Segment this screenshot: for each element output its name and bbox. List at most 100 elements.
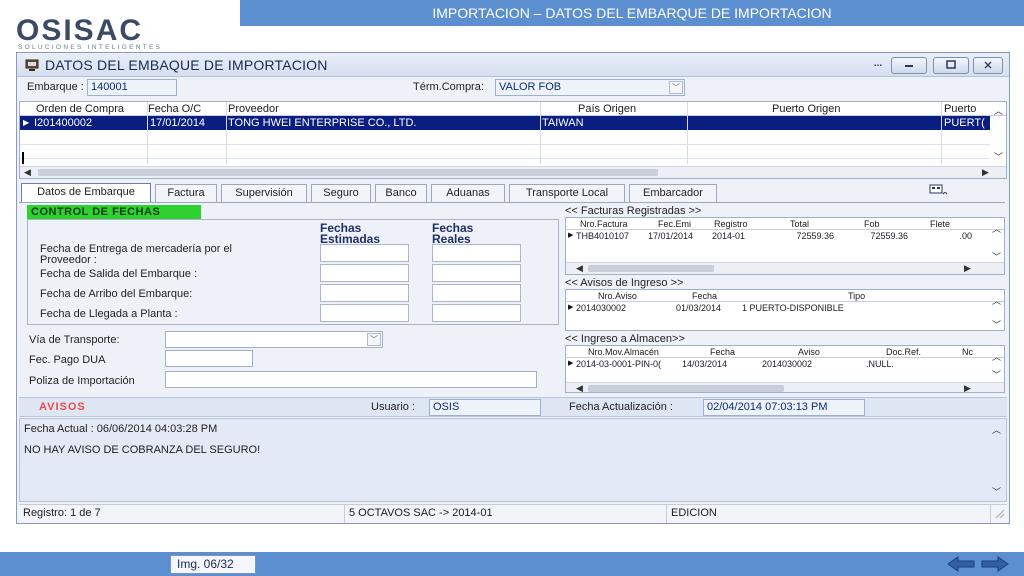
restore-button[interactable]	[933, 57, 969, 74]
almacen-hscrollbar[interactable]: ◀ ▶	[566, 382, 1004, 392]
previous-slide-button[interactable]	[946, 556, 976, 572]
col-doc-ref[interactable]: Doc.Ref.	[886, 346, 936, 358]
slide-footer: Img. 06/32	[0, 552, 1024, 576]
usuario-field[interactable]: OSIS	[429, 399, 541, 416]
scroll-right-icon[interactable]: ▶	[964, 383, 971, 392]
tab-embarcador[interactable]: Embarcador	[629, 184, 717, 202]
chevron-down-icon[interactable]: ﹀	[669, 81, 683, 94]
scroll-up-icon[interactable]: ︿	[992, 222, 1001, 235]
scroll-left-icon[interactable]: ◀	[24, 167, 31, 178]
window-menu-button[interactable]: ...	[869, 57, 887, 74]
via-transporte-select[interactable]: ﹀	[165, 331, 383, 348]
salida-label: Fecha de Salida del Embarque :	[40, 268, 198, 280]
cell-fecha-oc: 17/01/2014	[150, 117, 206, 129]
col-pais-origen[interactable]: País Origen	[578, 102, 688, 116]
facturas-hscrollbar[interactable]: ◀ ▶	[566, 262, 1004, 274]
scroll-up-icon[interactable]: ︿	[992, 294, 1001, 307]
term-compra-select[interactable]: VALOR FOB ﹀	[495, 79, 685, 96]
col-nc[interactable]: Nc	[962, 346, 980, 358]
fecha-actualizacion-field[interactable]: 02/04/2014 07:03:13 PM	[703, 399, 865, 416]
entrega-real-field[interactable]	[432, 244, 521, 262]
svg-text:SOLUCIONES INTELIGENTES: SOLUCIONES INTELIGENTES	[18, 44, 162, 50]
cell-registro: 2014-01	[712, 231, 746, 241]
col-proveedor[interactable]: Proveedor	[228, 102, 528, 116]
cell-fec-emi: 17/01/2014	[648, 231, 694, 241]
close-button[interactable]	[973, 57, 1003, 74]
scroll-left-icon[interactable]: ◀	[576, 263, 583, 274]
table-row[interactable]: ▶ THB4010107 17/01/2014 2014-01 72559.36…	[566, 230, 986, 242]
tab-banco[interactable]: Banco	[375, 184, 427, 202]
scroll-up-icon[interactable]: ︿	[992, 350, 1001, 363]
col-fecha-oc[interactable]: Fecha O/C	[148, 102, 226, 116]
col-tipo[interactable]: Tipo	[848, 290, 888, 302]
cell-proveedor: TONG HWEI ENTERPRISE CO., LTD.	[228, 117, 417, 129]
embarque-field[interactable]: 140001	[87, 79, 177, 96]
llegada-real-field[interactable]	[432, 304, 521, 322]
cell-flete: .00	[959, 231, 972, 241]
minimize-button[interactable]	[891, 57, 927, 74]
fecha-actual-text: Fecha Actual : 06/06/2014 04:03:28 PM	[24, 423, 218, 435]
cell-doc-ref: .NULL.	[866, 359, 895, 369]
fec-pago-dua-field[interactable]	[165, 350, 253, 367]
col-nro-factura[interactable]: Nro.Factura	[580, 218, 642, 230]
salida-estimada-field[interactable]	[320, 264, 409, 282]
tab-transporte-local[interactable]: Transporte Local	[509, 184, 625, 202]
col-aviso[interactable]: Aviso	[798, 346, 838, 358]
col-registro[interactable]: Registro	[714, 218, 764, 230]
scroll-up-icon[interactable]: ︿	[994, 104, 1003, 117]
col-fecha[interactable]: Fecha	[692, 290, 732, 302]
arribo-label: Fecha de Arribo del Embarque:	[40, 288, 193, 300]
avisos-bar: AVISOS Usuario : OSIS Fecha Actualizació…	[19, 397, 1007, 417]
next-slide-button[interactable]	[980, 556, 1010, 572]
col-fec-emi[interactable]: Fec.Emi	[658, 218, 708, 230]
col-puerto-origen[interactable]: Puerto Origen	[772, 102, 892, 116]
entrega-estimada-field[interactable]	[320, 244, 409, 262]
scroll-down-icon[interactable]: ﹀	[992, 485, 1001, 498]
tab-aduanas[interactable]: Aduanas	[431, 184, 505, 202]
col-fechas-reales: Fechas Reales	[432, 221, 474, 246]
close-icon	[984, 61, 992, 69]
avisos-ingreso-header: Nro.Aviso Fecha Tipo	[566, 290, 1004, 302]
col-fecha[interactable]: Fecha	[710, 346, 750, 358]
col-nro-mov-almacen[interactable]: Nro.Mov.Almacén	[588, 346, 674, 358]
status-bar: Registro: 1 de 7 5 OCTAVOS SAC -> 2014-0…	[19, 504, 1007, 523]
table-row[interactable]: ▶ I201400002 17/01/2014 TONG HWEI ENTERP…	[20, 116, 990, 130]
arribo-estimada-field[interactable]	[320, 284, 409, 302]
cell-fecha: 01/03/2014	[676, 303, 722, 313]
col-orden-compra[interactable]: Orden de Compra	[36, 102, 148, 116]
tab-datos-embarque[interactable]: Datos de Embarque	[21, 183, 151, 202]
tab-factura[interactable]: Factura	[155, 184, 217, 202]
entrega-label: Fecha de Entrega de mercadería por el Pr…	[40, 243, 233, 266]
llegada-estimada-field[interactable]	[320, 304, 409, 322]
scroll-down-icon[interactable]: ﹀	[992, 318, 1001, 330]
binoculars-icon[interactable]	[929, 184, 949, 200]
col-puerto[interactable]: Puerto	[944, 102, 990, 116]
scroll-left-icon[interactable]: ◀	[576, 383, 583, 392]
tab-supervision[interactable]: Supervisión	[221, 184, 307, 202]
scroll-right-icon[interactable]: ▶	[964, 263, 971, 274]
table-row[interactable]: ▶ 2014-03-0001-PIN-0( 14/03/2014 2014030…	[566, 358, 986, 370]
notes-area[interactable]: Fecha Actual : 06/06/2014 04:03:28 PM NO…	[19, 418, 1007, 502]
minimize-icon	[905, 65, 913, 67]
chevron-down-icon[interactable]: ﹀	[367, 333, 381, 346]
col-total[interactable]: Total	[790, 218, 830, 230]
col-fob[interactable]: Fob	[864, 218, 904, 230]
col-flete[interactable]: Flete	[930, 218, 970, 230]
orders-hscrollbar[interactable]: ◀ ▶	[20, 166, 1006, 178]
usuario-label: Usuario :	[371, 401, 416, 413]
import-shipment-window: DATOS DEL EMBAQUE DE IMPORTACION ... Emb…	[16, 52, 1010, 524]
window-titlebar: DATOS DEL EMBAQUE DE IMPORTACION ...	[17, 53, 1009, 77]
poliza-field[interactable]	[165, 371, 537, 388]
table-row[interactable]: ▶ 2014030002 01/03/2014 1 PUERTO-DISPONI…	[566, 302, 986, 314]
poliza-label: Poliza de Importación	[29, 375, 135, 387]
arribo-real-field[interactable]	[432, 284, 521, 302]
scroll-right-icon[interactable]: ▶	[982, 167, 989, 178]
scroll-down-icon[interactable]: ﹀	[992, 368, 1001, 381]
scroll-up-icon[interactable]: ︿	[992, 423, 1001, 436]
salida-real-field[interactable]	[432, 264, 521, 282]
tab-seguro[interactable]: Seguro	[311, 184, 371, 202]
fecha-actualizacion-label: Fecha Actualización :	[569, 401, 673, 413]
col-nro-aviso[interactable]: Nro.Aviso	[598, 290, 668, 302]
resize-grip-icon[interactable]	[995, 509, 1005, 519]
scroll-down-icon[interactable]: ﹀	[994, 150, 1003, 163]
